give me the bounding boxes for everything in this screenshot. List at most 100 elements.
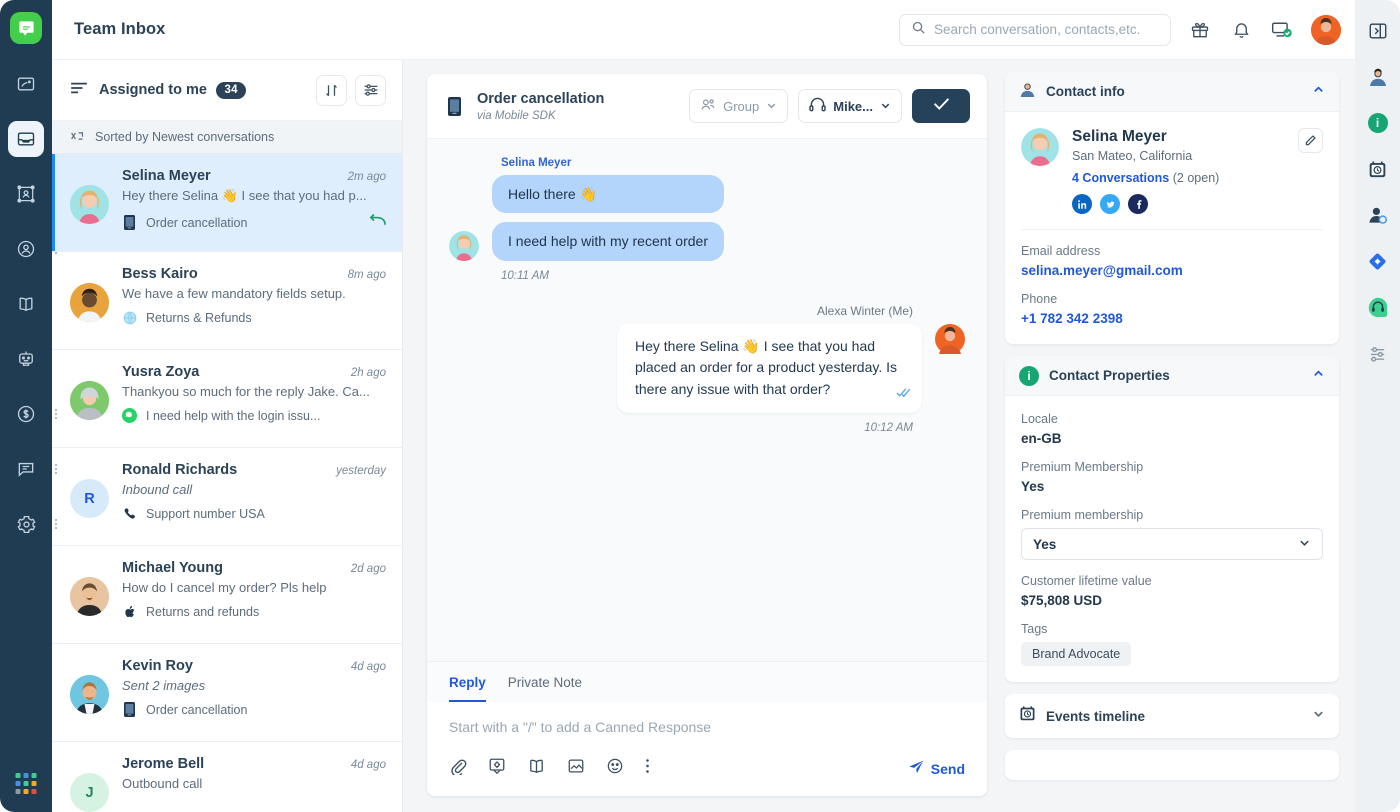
team-assign-dropdown[interactable]: Group xyxy=(689,89,788,123)
sidebar-item-dashboard[interactable] xyxy=(8,66,44,102)
list-item[interactable]: R Ronald Richards yesterday Inbound call xyxy=(52,448,402,546)
message-bubble: Hello there 👋 xyxy=(492,175,724,213)
timestamp: 2m ago xyxy=(340,171,386,183)
field-label: Locale xyxy=(1021,412,1323,426)
info-icon[interactable]: i xyxy=(1365,110,1391,136)
agent-assign-label: Mike... xyxy=(833,99,873,114)
sidebar-item-automation[interactable] xyxy=(8,176,44,212)
bell-icon[interactable] xyxy=(1229,18,1253,42)
workspace: Assigned to me 34 Sort xyxy=(52,60,1355,812)
chat-card: Order cancellation via Mobile SDK Group xyxy=(427,74,987,796)
integration-diamond-icon[interactable] xyxy=(1365,248,1391,274)
search-input[interactable] xyxy=(934,22,1159,37)
filter-icon[interactable] xyxy=(355,75,386,106)
sidebar-item-knowledge-base[interactable] xyxy=(8,286,44,322)
field-value: $75,808 USD xyxy=(1021,593,1323,608)
send-button[interactable]: Send xyxy=(908,759,965,778)
knowledge-base-icon[interactable] xyxy=(527,757,546,780)
timestamp: 2h ago xyxy=(343,367,386,379)
search-icon xyxy=(911,20,926,40)
agent-assign-dropdown[interactable]: Mike... xyxy=(798,89,902,123)
message-snippet: Sent 2 images xyxy=(122,678,386,693)
sidebar-item-contacts[interactable] xyxy=(8,231,44,267)
contact-avatar-icon[interactable] xyxy=(1365,64,1391,90)
message-bubble: Hey there Selina 👋 I see that you had pl… xyxy=(617,324,922,413)
sidebar-item-billing[interactable] xyxy=(8,396,44,432)
contact-info-header[interactable]: Contact info xyxy=(1005,72,1339,112)
tab-reply[interactable]: Reply xyxy=(449,675,486,702)
conversation-source: via Mobile SDK xyxy=(477,110,604,122)
list-item[interactable]: Bess Kairo 8m ago We have a few mandator… xyxy=(52,252,402,350)
message-snippet: Hey there Selina 👋 I see that you had p.… xyxy=(122,188,386,204)
list-item[interactable]: Yusra Zoya 2h ago Thankyou so much for t… xyxy=(52,350,402,448)
sidebar-item-bot[interactable] xyxy=(8,341,44,377)
property-tags: Tags Brand Advocate xyxy=(1021,622,1323,666)
twitter-icon[interactable] xyxy=(1100,194,1120,214)
contact-add-icon[interactable] xyxy=(1365,202,1391,228)
email-value[interactable]: selina.meyer@gmail.com xyxy=(1021,263,1323,278)
more-options-icon[interactable] xyxy=(645,757,650,780)
sort-status-label: Sorted by Newest conversations xyxy=(95,130,274,144)
info-icon: i xyxy=(1019,366,1039,386)
contact-info-card: Contact info Selina Meyer San xyxy=(1005,72,1339,344)
canned-response-icon[interactable] xyxy=(488,757,506,780)
message-thread[interactable]: Selina Meyer Hello there 👋 I need help w… xyxy=(427,139,987,661)
channel-label: Returns and refunds xyxy=(146,605,259,619)
status-badge[interactable]: Brand Advocate xyxy=(1021,642,1131,666)
image-icon[interactable] xyxy=(567,757,585,780)
conversation-list-panel: Assigned to me 34 Sort xyxy=(52,60,403,812)
property-clv: Customer lifetime value $75,808 USD xyxy=(1021,574,1323,608)
check-icon xyxy=(933,97,950,115)
support-headset-icon[interactable] xyxy=(1365,294,1391,320)
panel-toggle-icon[interactable] xyxy=(1365,18,1391,44)
chevron-down-icon[interactable] xyxy=(1312,707,1325,725)
premium-membership-dropdown[interactable]: Yes xyxy=(1021,528,1323,560)
attachment-icon[interactable] xyxy=(449,757,467,780)
list-menu-icon[interactable] xyxy=(70,81,88,100)
edit-contact-button[interactable] xyxy=(1298,128,1323,153)
channel-label: Order cancellation xyxy=(146,216,247,230)
app-root: Team Inbox xyxy=(0,0,1400,812)
user-avatar[interactable] xyxy=(1311,15,1341,45)
sidebar-item-campaigns[interactable] xyxy=(8,451,44,487)
list-item[interactable]: Michael Young 2d ago How do I cancel my … xyxy=(52,546,402,644)
message-bubble: I need help with my recent order xyxy=(492,222,724,260)
emoji-icon[interactable] xyxy=(606,757,624,780)
phone-value[interactable]: +1 782 342 2398 xyxy=(1021,311,1323,326)
calendar-clock-icon[interactable] xyxy=(1365,156,1391,182)
sliders-icon[interactable] xyxy=(1365,340,1391,366)
resolve-conversation-button[interactable] xyxy=(912,89,970,123)
channel-label: Support number USA xyxy=(146,507,265,521)
composer-input-area[interactable]: Start with a "/" to add a Canned Respons… xyxy=(427,702,987,735)
sidebar-item-inbox[interactable] xyxy=(8,121,44,157)
sidebar-item-settings[interactable] xyxy=(8,506,44,542)
list-item-content: Kevin Roy 4d ago Sent 2 images Order can… xyxy=(122,658,386,727)
sort-icon[interactable] xyxy=(316,75,347,106)
list-item[interactable]: J Jerome Bell 4d ago Outbound call xyxy=(52,742,402,812)
message-timestamp: 10:12 AM xyxy=(449,422,913,434)
facebook-icon[interactable] xyxy=(1128,194,1148,214)
list-item-content: Jerome Bell 4d ago Outbound call xyxy=(122,756,386,812)
conversation-list-scroll[interactable]: Selina Meyer 2m ago Hey there Selina 👋 I… xyxy=(52,154,402,812)
app-logo[interactable] xyxy=(10,12,42,44)
conversation-list-header: Assigned to me 34 xyxy=(52,60,402,121)
property-premium-membership-select: Premium membership Yes xyxy=(1021,508,1323,560)
events-timeline-header[interactable]: Events timeline xyxy=(1005,694,1339,738)
tab-private-note[interactable]: Private Note xyxy=(508,675,582,702)
search-box[interactable] xyxy=(899,14,1171,46)
chevron-up-icon[interactable] xyxy=(1312,83,1325,101)
gift-icon[interactable] xyxy=(1188,18,1212,42)
screen-check-icon[interactable] xyxy=(1270,18,1294,42)
assigned-filter-label[interactable]: Assigned to me xyxy=(99,82,207,98)
app-switcher-icon[interactable] xyxy=(16,773,37,794)
list-item[interactable]: Selina Meyer 2m ago Hey there Selina 👋 I… xyxy=(52,154,402,252)
contact-avatar-icon xyxy=(1019,81,1036,103)
message-text: Hey there Selina 👋 I see that you had pl… xyxy=(635,338,897,397)
contact-properties-header[interactable]: i Contact Properties xyxy=(1005,356,1339,396)
list-item[interactable]: Kevin Roy 4d ago Sent 2 images Order can… xyxy=(52,644,402,742)
chevron-up-icon[interactable] xyxy=(1312,367,1325,385)
conversations-count-link[interactable]: 4 Conversations xyxy=(1072,171,1169,185)
social-links xyxy=(1072,194,1285,214)
linkedin-icon[interactable] xyxy=(1072,194,1092,214)
contact-name: Selina Meyer xyxy=(122,168,211,184)
